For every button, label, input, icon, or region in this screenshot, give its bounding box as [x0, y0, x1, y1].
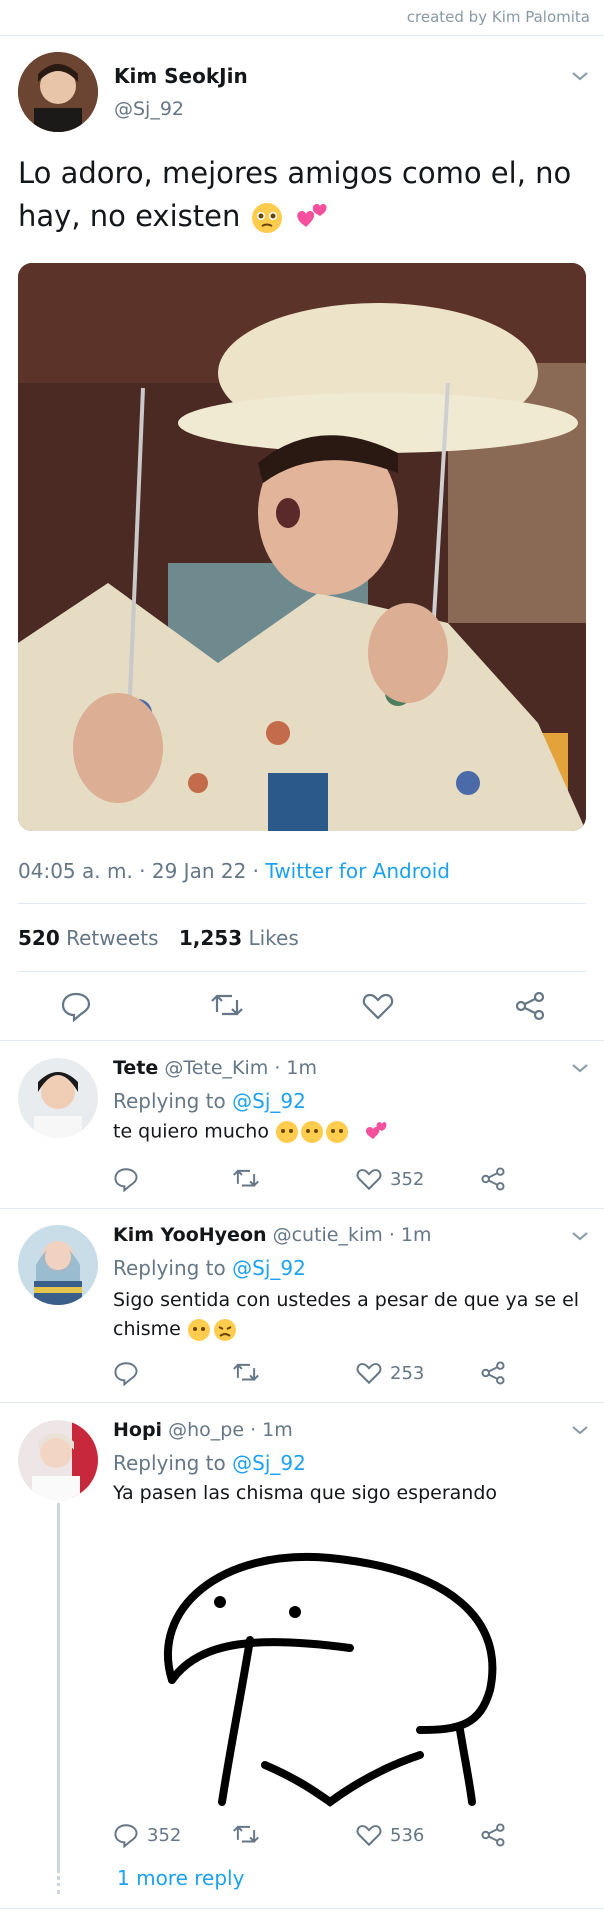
reply-icon[interactable]: [113, 1360, 139, 1386]
reply-author-handle[interactable]: @cutie_kim · 1m: [273, 1224, 432, 1246]
pleading-face-emoji-icon: [187, 1318, 236, 1341]
retweets-count: 520: [18, 926, 60, 950]
retweet-icon[interactable]: [210, 990, 244, 1022]
reply-text-body: Sigo sentida con ustedes a pesar de que …: [113, 1289, 580, 1340]
reply-text: te quiero mucho: [113, 1120, 387, 1144]
like-action[interactable]: 352: [356, 1166, 424, 1192]
thread-dots: [57, 1876, 63, 1894]
tweet-photo[interactable]: [18, 263, 586, 831]
two-hearts-emoji-icon: [297, 204, 327, 227]
divider: [18, 903, 586, 904]
share-icon[interactable]: [480, 1166, 506, 1192]
like-action[interactable]: 536: [356, 1822, 424, 1848]
like-heart-icon: [356, 1825, 382, 1847]
chevron-down-icon[interactable]: [570, 66, 590, 86]
more-replies-link[interactable]: 1 more reply: [117, 1866, 244, 1890]
like-heart-icon: [356, 1363, 382, 1385]
pleading-face-emoji-icon: [251, 203, 282, 233]
reply-text: Ya pasen las chisma que sigo esperando: [113, 1482, 498, 1504]
replying-to-link[interactable]: @Sj_92: [232, 1451, 306, 1475]
chevron-down-icon[interactable]: [570, 1058, 590, 1078]
replying-to-label: Replying to: [113, 1089, 233, 1113]
reply-header: Hopi @ho_pe · 1m: [113, 1419, 293, 1441]
divider: [18, 971, 586, 972]
replying-to-label: Replying to: [113, 1256, 233, 1280]
reply-count: 352: [147, 1824, 182, 1846]
replying-to: Replying to @Sj_92: [113, 1451, 306, 1475]
tweet-meta: 04:05 a. m. · 29 Jan 22 · Twitter for An…: [18, 859, 450, 883]
reply-author-handle[interactable]: @Tete_Kim · 1m: [164, 1057, 317, 1079]
avatar-image: [18, 1420, 98, 1500]
replying-to-label: Replying to: [113, 1451, 233, 1475]
avatar[interactable]: [18, 1225, 98, 1305]
divider: [0, 1908, 604, 1909]
divider: [0, 1208, 604, 1209]
reply-header: Kim YooHyeon @cutie_kim · 1m: [113, 1224, 432, 1246]
retweet-icon[interactable]: [232, 1360, 260, 1386]
like-count: 536: [390, 1824, 425, 1846]
like-heart-icon: [356, 1169, 382, 1191]
top-divider: [0, 35, 604, 36]
share-icon[interactable]: [480, 1360, 506, 1386]
retweets-stat[interactable]: 520 Retweets: [18, 926, 158, 950]
chevron-down-icon[interactable]: [570, 1420, 590, 1440]
reply-action[interactable]: 352: [113, 1822, 181, 1848]
avatar-image: [18, 52, 98, 132]
like-heart-icon[interactable]: [362, 990, 394, 1022]
reply-author-name[interactable]: Tete: [113, 1057, 158, 1079]
tweet-timestamp: 04:05 a. m. · 29 Jan 22 ·: [18, 859, 266, 883]
replying-to-link[interactable]: @Sj_92: [232, 1089, 306, 1113]
replying-to: Replying to @Sj_92: [113, 1089, 306, 1113]
replying-to-link[interactable]: @Sj_92: [232, 1256, 306, 1280]
avatar-image: [18, 1225, 98, 1305]
pleading-face-emoji-icon: [276, 1121, 349, 1143]
retweet-icon[interactable]: [232, 1166, 260, 1192]
share-icon[interactable]: [514, 990, 546, 1022]
like-action[interactable]: 253: [356, 1360, 424, 1386]
share-icon[interactable]: [480, 1822, 506, 1848]
replying-to: Replying to @Sj_92: [113, 1256, 306, 1280]
retweets-label: Retweets: [66, 926, 159, 950]
reply-header: Tete @Tete_Kim · 1m: [113, 1057, 317, 1079]
reply-icon[interactable]: [113, 1166, 139, 1192]
reply-image-sticker[interactable]: [160, 1540, 520, 1810]
thread-line: [57, 1503, 60, 1873]
reply-text-body: te quiero mucho: [113, 1120, 269, 1143]
avatar[interactable]: [18, 52, 98, 132]
reply-text: Sigo sentida con ustedes a pesar de que …: [113, 1286, 593, 1344]
reply-icon[interactable]: [60, 990, 92, 1022]
reply-author-name[interactable]: Hopi: [113, 1419, 162, 1441]
avatar[interactable]: [18, 1420, 98, 1500]
like-count: 352: [390, 1168, 425, 1190]
chevron-down-icon[interactable]: [570, 1226, 590, 1246]
author-name[interactable]: Kim SeokJin: [114, 64, 248, 88]
avatar-image: [18, 1058, 98, 1138]
reply-author-handle[interactable]: @ho_pe · 1m: [168, 1419, 293, 1441]
credit-text: created by Kim Palomita: [406, 8, 590, 26]
like-count: 253: [390, 1362, 425, 1384]
divider: [0, 1402, 604, 1403]
photo-image: [18, 263, 586, 831]
retweet-icon[interactable]: [232, 1822, 260, 1848]
avatar[interactable]: [18, 1058, 98, 1138]
two-hearts-emoji-icon: [366, 1122, 387, 1139]
reply-icon: [114, 1824, 138, 1848]
author-handle[interactable]: @Sj_92: [114, 98, 184, 120]
likes-label: Likes: [248, 926, 299, 950]
reply-author-name[interactable]: Kim YooHyeon: [113, 1224, 267, 1246]
likes-stat[interactable]: 1,253 Likes: [179, 926, 299, 950]
divider: [0, 1040, 604, 1041]
tweet-text: Lo adoro, mejores amigos como el, no hay…: [18, 152, 578, 238]
tweet-stats: 520 Retweets 1,253 Likes: [18, 926, 299, 950]
likes-count: 1,253: [178, 926, 243, 950]
tweet-source-link[interactable]: Twitter for Android: [265, 859, 450, 883]
